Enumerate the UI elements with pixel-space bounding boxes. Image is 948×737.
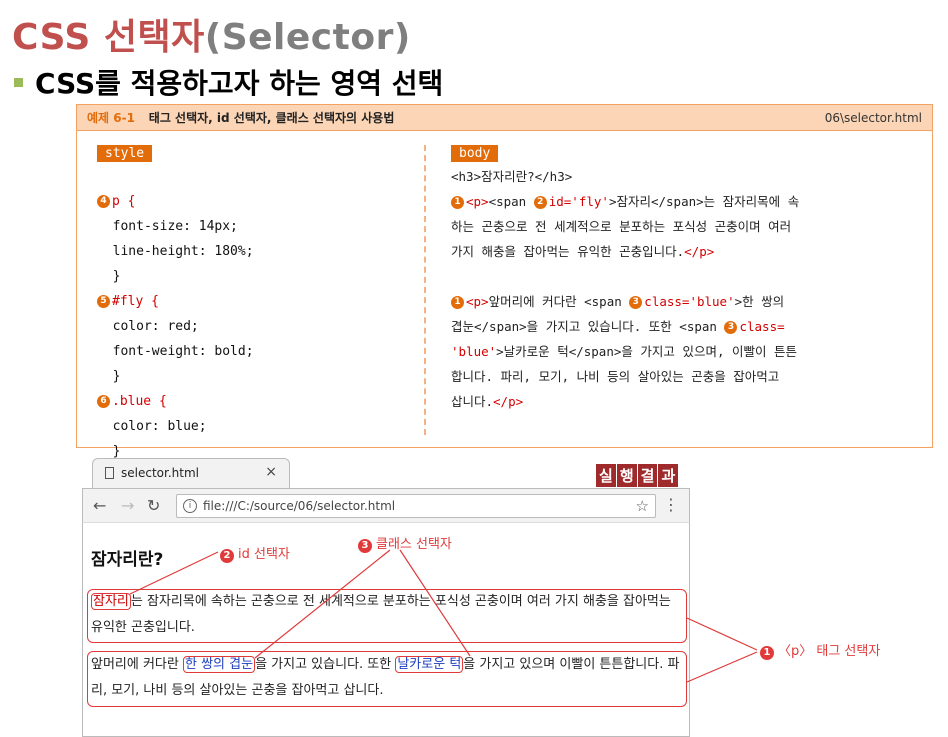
css-line: } — [97, 444, 121, 459]
result-char: 행 — [616, 464, 637, 487]
reload-icon[interactable]: ↻ — [147, 496, 160, 515]
class-value: 'blue' — [451, 344, 497, 359]
code-text: 가지 해충을 잡아먹는 유익한 곤충입니다. — [451, 244, 685, 259]
css-line: } — [97, 369, 121, 384]
html-p1: 1 <p><span 2 id='fly'>잠자리</span>는 잠자리목에 속하… — [451, 189, 921, 264]
class-attr: class= — [739, 319, 785, 334]
example-heading: 태그 선택자, id 선택자, 클래스 선택자의 사용법 — [148, 111, 395, 125]
marker-2: 2 — [533, 196, 547, 209]
annotation-tag-selector: 1 〈p〉 태그 선택자 — [760, 640, 880, 660]
marker-6: 6 — [97, 395, 110, 408]
annotation-class-selector: 3 클래스 선택자 — [358, 533, 452, 553]
leader-line-tag-1 — [686, 617, 758, 651]
css-line: color: red; — [97, 319, 199, 334]
css-line: 4p { — [97, 194, 135, 209]
close-icon[interactable]: × — [265, 464, 277, 480]
page-heading: 잠자리란? — [91, 550, 164, 570]
annotation-number: 1 — [760, 646, 774, 660]
result-char: 실 — [596, 464, 616, 487]
p-close: </p> — [493, 394, 524, 409]
css-line: line-height: 180%; — [97, 244, 254, 259]
annotation-id-selector: 2 id 선택자 — [220, 543, 290, 563]
fly-span: 잠자리 — [91, 593, 131, 610]
code-text: >한 쌍의 — [734, 294, 785, 309]
annotation-text: 클래스 선택자 — [376, 537, 452, 552]
code-text: 하는 곤충으로 전 세계적으로 분포하는 포식성 곤충이며 여러 — [451, 219, 792, 234]
annotation-number: 3 — [358, 539, 372, 553]
css-code: 4p { font-size: 14px; line-height: 180%;… — [97, 164, 254, 464]
title-main: CSS 선택자 — [12, 17, 205, 58]
bullet-text: CSS를 적용하고자 하는 영역 선택 — [35, 67, 444, 100]
annotation-text: 〈p〉 태그 선택자 — [778, 644, 881, 659]
marker-1: 1 — [451, 196, 464, 209]
p2-text: 앞머리에 커다란 — [91, 657, 183, 672]
page-content: 잠자리란? 잠자리 는 잠자리목에 속하는 곤충으로 전 세계적으로 분포하는 포… — [82, 522, 690, 737]
bullet-square-icon — [14, 77, 23, 87]
css-line: font-weight: bold; — [97, 344, 254, 359]
menu-dots-icon[interactable]: ⋮ — [663, 495, 679, 514]
info-icon[interactable]: i — [183, 499, 197, 513]
example-box: 예제 6-1 태그 선택자, id 선택자, 클래스 선택자의 사용법 06\s… — [76, 104, 933, 459]
css-line: } — [97, 269, 121, 284]
code-text: 겹눈</span>을 가지고 있습니다. 또한 <span — [451, 319, 725, 334]
title-sub: (Selector) — [204, 17, 411, 58]
code-text: 앞머리에 커다란 <span — [488, 294, 630, 309]
p1-text: 는 잠자리목에 속하는 곤충으로 전 세계적으로 분포하는 포식성 곤충이며 여… — [91, 594, 671, 635]
style-tag-label: style — [97, 145, 153, 162]
paragraph-2: 앞머리에 커다란 한 쌍의 겹눈 을 가지고 있습니다. 또한 날카로운 턱을 가… — [91, 652, 681, 704]
p-close: </p> — [684, 244, 715, 259]
html-code: <h3>잠자리란?</h3> 1 <p><span 2 id='fly'>잠자리</… — [451, 164, 921, 414]
example-number: 예제 6-1 — [87, 111, 135, 125]
body-tag-label: body — [451, 145, 499, 162]
forward-arrow-icon[interactable]: → — [121, 496, 134, 515]
id-attr: id='fly' — [548, 194, 609, 209]
code-text: 합니다. 파리, 모기, 나비 등의 살아있는 곤충을 잡아먹고 — [451, 369, 780, 384]
browser-toolbar: ← → ↻ i file:///C:/source/06/selector.ht… — [82, 488, 690, 522]
class-attr: class='blue' — [644, 294, 735, 309]
result-char: 과 — [658, 464, 679, 487]
marker-3: 3 — [629, 296, 643, 309]
column-divider — [424, 145, 426, 435]
leader-line-tag-2 — [686, 651, 758, 683]
css-line: color: blue; — [97, 419, 207, 434]
css-line: font-size: 14px; — [97, 219, 238, 234]
browser-window: selector.html × 실행결과 ← → ↻ i file:///C:/… — [82, 458, 690, 737]
marker-1: 1 — [451, 296, 464, 309]
p-open: <p> — [466, 294, 489, 309]
code-text: 삽니다. — [451, 394, 494, 409]
marker-3: 3 — [724, 321, 738, 334]
p-open: <p> — [466, 194, 489, 209]
blue-span-2: 날카로운 턱 — [395, 656, 464, 673]
css-line: 6 .blue { — [97, 394, 167, 409]
bookmark-star-icon[interactable]: ☆ — [636, 495, 649, 517]
document-icon — [105, 467, 114, 479]
example-file: 06\selector.html — [824, 111, 922, 125]
result-label: 실행결과 — [595, 464, 679, 487]
marker-5: 5 — [97, 295, 110, 308]
code-text: <span — [488, 194, 534, 209]
example-header: 예제 6-1 태그 선택자, id 선택자, 클래스 선택자의 사용법 06\s… — [77, 105, 932, 131]
blue-span-1: 한 쌍의 겹눈 — [183, 656, 256, 673]
paragraph-1: 잠자리 는 잠자리목에 속하는 곤충으로 전 세계적으로 분포하는 포식성 곤충이… — [91, 589, 681, 641]
code-text: >날카로운 턱</span>을 가지고 있으며, 이빨이 튼튼 — [496, 344, 798, 359]
result-char: 결 — [637, 464, 658, 487]
browser-tab[interactable]: selector.html × — [92, 458, 290, 488]
html-p2: 1 <p>앞머리에 커다란 <span 3 class='blue'>한 쌍의 겹눈<… — [451, 289, 921, 414]
address-bar[interactable]: i file:///C:/source/06/selector.html ☆ — [176, 494, 656, 518]
css-selector-blue: .blue { — [112, 394, 167, 409]
css-selector-p: p { — [112, 194, 136, 209]
code-text: >잠자리</span>는 잠자리목에 속 — [608, 194, 800, 209]
css-selector-fly: #fly { — [112, 294, 159, 309]
slide-title: CSS 선택자(Selector) — [12, 8, 411, 60]
marker-4: 4 — [97, 195, 110, 208]
p2-text: 을 가지고 있습니다. 또한 — [255, 657, 396, 672]
html-h3: <h3>잠자리란?</h3> — [451, 169, 573, 184]
annotation-number: 2 — [220, 549, 234, 563]
url-text: file:///C:/source/06/selector.html — [203, 499, 396, 513]
css-line: 5 #fly { — [97, 294, 159, 309]
back-arrow-icon[interactable]: ← — [93, 496, 106, 515]
annotation-text: id 선택자 — [238, 547, 290, 562]
tab-title: selector.html — [121, 466, 199, 480]
bullet-heading: CSS를 적용하고자 하는 영역 선택 — [14, 62, 443, 102]
